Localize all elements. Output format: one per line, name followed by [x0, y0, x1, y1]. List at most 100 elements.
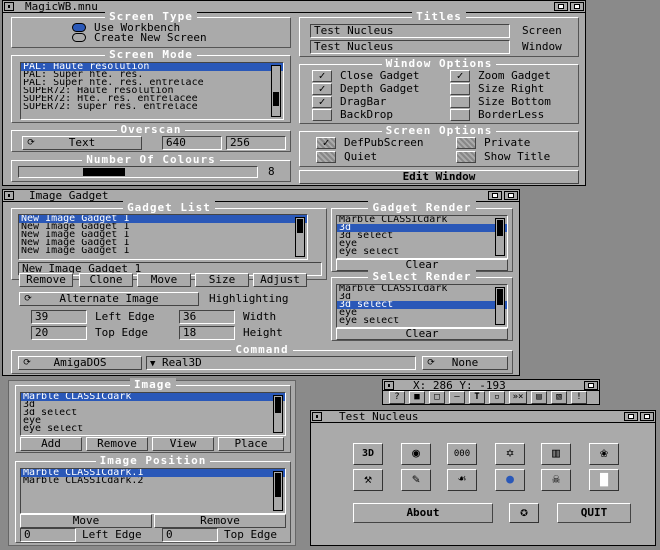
list-item[interactable]: New Image Gadget 1 — [19, 223, 307, 231]
list-item[interactable]: Marble_CLASSICdark — [337, 285, 507, 293]
3d-icon[interactable]: 3D — [353, 443, 383, 465]
list-item[interactable]: Marble_CLASSICdark.1 — [21, 469, 285, 477]
counter-icon[interactable]: 000 — [447, 443, 477, 465]
command-type-cycle-button[interactable]: ⟳ AmigaDOS — [18, 356, 142, 370]
radio-create-new-screen[interactable] — [72, 33, 86, 42]
remove-position-button[interactable]: Remove — [154, 514, 286, 528]
depth-icon[interactable] — [570, 2, 584, 11]
move-gadget-button[interactable]: Move — [137, 273, 191, 287]
bevel-tool-icon[interactable]: ▫ — [489, 391, 505, 404]
list-item[interactable]: New Image Gadget 1 — [19, 247, 307, 255]
overscan-width-input[interactable]: 640 — [162, 136, 222, 150]
list-item[interactable]: eye — [337, 309, 507, 317]
list-item[interactable]: Marble_CLASSICdark.2 — [21, 477, 285, 485]
star-icon[interactable]: ✡ — [495, 443, 525, 465]
alternate-image-cycle-button[interactable]: ⟳ Alternate Image — [19, 292, 199, 306]
list-item[interactable]: 3d_select — [337, 301, 507, 309]
gadget-tool-icon[interactable]: »× — [509, 391, 527, 404]
list-item[interactable]: eye — [21, 417, 285, 425]
list-item[interactable]: eye — [337, 240, 507, 248]
depth-icon[interactable] — [504, 191, 518, 200]
colours-slider-knob[interactable] — [83, 168, 125, 176]
place-image-button[interactable]: Place — [218, 437, 284, 451]
position-left-edge-input[interactable]: 0 — [20, 528, 76, 542]
list-item[interactable]: SUPER72: Haute résolution — [21, 87, 283, 95]
list-item[interactable]: 3d_select — [21, 409, 285, 417]
screen-mode-list[interactable]: PAL: Haute résolution PAL: Super hte. ré… — [20, 62, 284, 120]
remove-image-button[interactable]: Remove — [86, 437, 148, 451]
help-tool-icon[interactable]: ? — [389, 391, 405, 404]
list-item[interactable]: 3d — [21, 401, 285, 409]
hammer-icon[interactable]: ⚒ — [353, 469, 383, 491]
zoom-icon[interactable] — [624, 412, 638, 421]
close-icon[interactable] — [384, 381, 394, 390]
size-bottom-checkbox[interactable] — [450, 96, 470, 108]
window-title-input[interactable]: Test Nucleus — [310, 40, 510, 54]
select-render-clear-button[interactable]: Clear — [336, 328, 508, 340]
add-image-button[interactable]: Add — [20, 437, 82, 451]
close-icon[interactable] — [4, 191, 14, 200]
quit-button[interactable]: QUIT — [557, 503, 631, 523]
toolbar-titlebar[interactable]: X: 286 Y: -193 — [383, 380, 599, 391]
screen-mode-scrollbar[interactable] — [271, 65, 281, 117]
zoom-gadget-checkbox[interactable]: ✓ — [450, 70, 470, 82]
flower-icon[interactable]: ❀ — [589, 443, 619, 465]
borderless-checkbox[interactable] — [450, 109, 470, 121]
list-item[interactable]: SUPER72: super rés. entrelacé — [21, 103, 283, 111]
image-tool-icon[interactable]: ▧ — [551, 391, 567, 404]
defpubscreen-checkbox[interactable]: ✓ — [316, 137, 336, 149]
quiet-checkbox[interactable] — [316, 151, 336, 163]
box-tool-icon[interactable]: □ — [429, 391, 445, 404]
list-item[interactable]: New Image Gadget 1 — [19, 239, 307, 247]
overscan-height-input[interactable]: 256 — [226, 136, 286, 150]
remove-gadget-button[interactable]: Remove — [19, 273, 73, 287]
close-icon[interactable] — [4, 2, 14, 11]
test-nucleus-titlebar[interactable]: Test Nucleus — [311, 411, 655, 423]
pencil-icon[interactable]: ✎ — [401, 469, 431, 491]
zoom-icon[interactable] — [554, 2, 568, 11]
gadget-render-scrollbar[interactable] — [495, 218, 505, 256]
adjust-gadget-button[interactable]: Adjust — [253, 273, 307, 287]
gadget-render-list[interactable]: Marble_CLASSICdark 3d 3d_select eye eye_… — [336, 215, 508, 259]
about-button[interactable]: About — [353, 503, 493, 523]
overscan-cycle-button[interactable]: ⟳ Text — [22, 136, 142, 150]
move-position-button[interactable]: Move — [20, 514, 152, 528]
list-item[interactable]: PAL: Haute résolution — [21, 63, 283, 71]
gadget-list-scrollbar[interactable] — [295, 217, 305, 257]
position-top-edge-input[interactable]: 0 — [162, 528, 218, 542]
menu-tool-icon[interactable]: ▤ — [531, 391, 547, 404]
depth-icon[interactable] — [640, 412, 654, 421]
filled-box-tool-icon[interactable]: ■ — [409, 391, 425, 404]
alert-tool-icon[interactable]: ! — [571, 391, 587, 404]
dragbar-checkbox[interactable]: ✓ — [312, 96, 332, 108]
select-render-list[interactable]: Marble_CLASSICdark 3d 3d_select eye eye_… — [336, 284, 508, 328]
window-icon[interactable]: ▇ — [589, 469, 619, 491]
view-image-button[interactable]: View — [152, 437, 214, 451]
hand-icon[interactable]: ☠ — [541, 469, 571, 491]
size-gadget-button[interactable]: Size — [195, 273, 249, 287]
screen-title-input[interactable]: Test Nucleus — [310, 24, 510, 38]
tool-icon[interactable]: ☙ — [447, 469, 477, 491]
left-edge-input[interactable]: 39 — [31, 310, 87, 324]
select-render-scrollbar[interactable] — [495, 287, 505, 325]
list-item[interactable]: 3d_select — [337, 232, 507, 240]
colours-slider[interactable] — [18, 166, 258, 178]
top-edge-input[interactable]: 20 — [31, 326, 87, 340]
width-input[interactable]: 36 — [179, 310, 235, 324]
private-checkbox[interactable] — [456, 137, 476, 149]
list-item[interactable]: PAL: Super hte. rés. — [21, 71, 283, 79]
command-none-button[interactable]: ⟳ None — [422, 356, 508, 370]
list-item[interactable]: Marble_CLASSICdark — [21, 393, 285, 401]
image-position-scrollbar[interactable] — [273, 471, 283, 511]
list-item[interactable]: eye_select — [337, 248, 507, 256]
close-icon[interactable] — [312, 412, 322, 421]
height-input[interactable]: 18 — [179, 326, 235, 340]
show-title-checkbox[interactable] — [456, 151, 476, 163]
zoom-icon[interactable] — [488, 191, 502, 200]
list-item[interactable]: SUPER72: Hte. rés. entrelacée — [21, 95, 283, 103]
size-right-checkbox[interactable] — [450, 83, 470, 95]
depth-icon[interactable] — [584, 381, 598, 390]
line-tool-icon[interactable]: — — [449, 391, 465, 404]
backdrop-checkbox[interactable] — [312, 109, 332, 121]
list-item[interactable]: Marble_CLASSICdark — [337, 216, 507, 224]
